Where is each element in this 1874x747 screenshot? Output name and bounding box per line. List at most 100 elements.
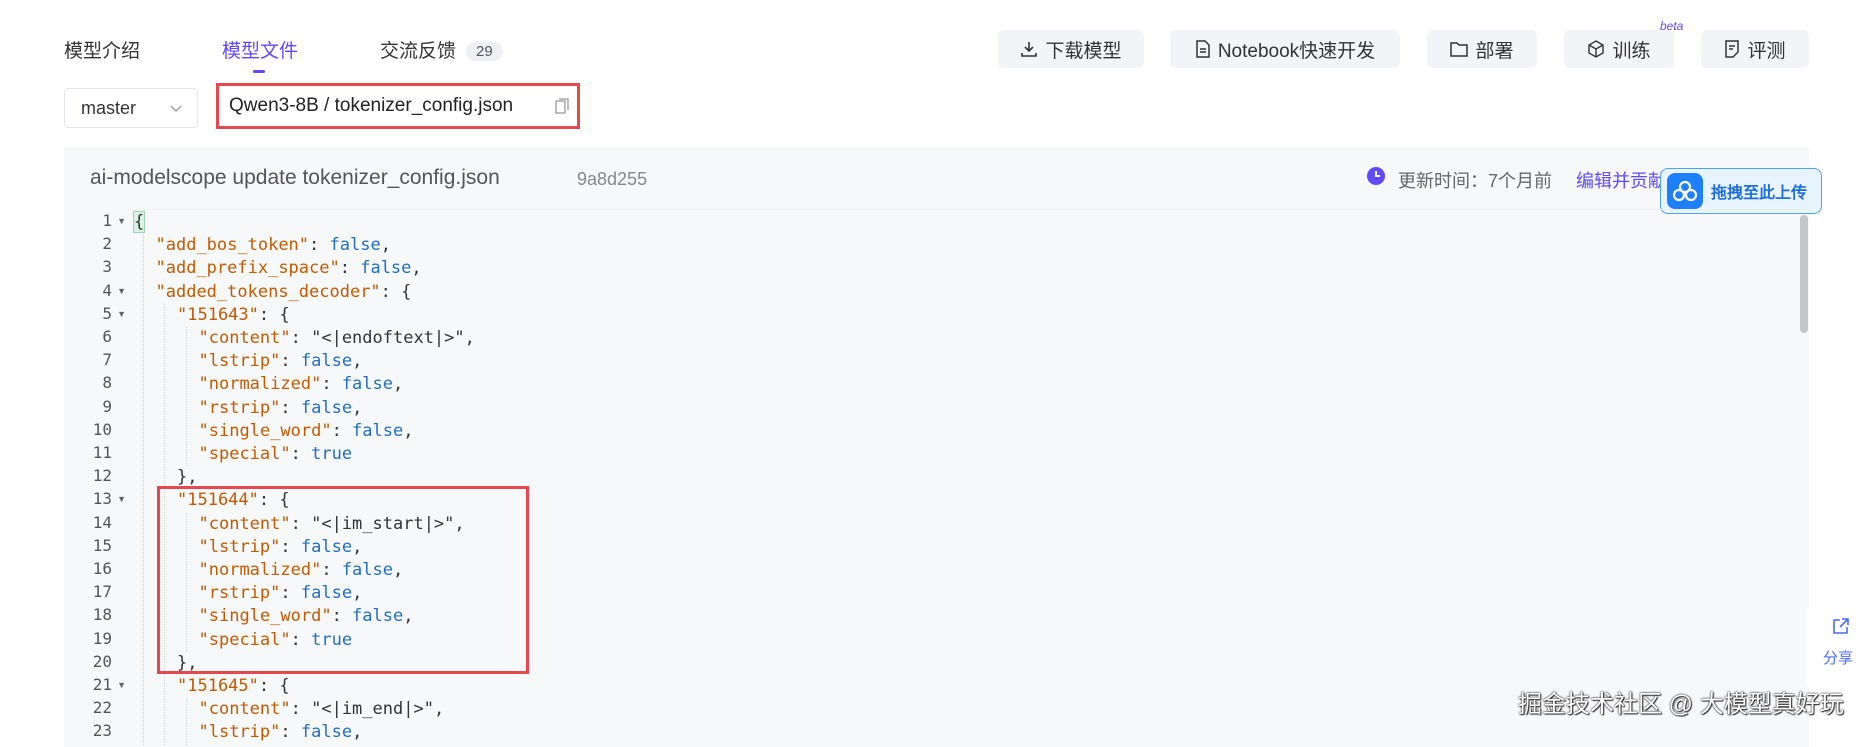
- deploy-button[interactable]: 部署: [1427, 30, 1537, 68]
- json-colon: :: [258, 676, 280, 696]
- code-line: "single_word": false,: [199, 420, 414, 443]
- json-key: "added_tokens_decoder": [155, 281, 381, 302]
- evaluate-button[interactable]: 评测: [1701, 30, 1809, 68]
- json-key: "151645": [177, 676, 259, 696]
- drag-upload-widget[interactable]: 拖拽至此上传: [1660, 168, 1822, 214]
- fold-toggle-icon[interactable]: ▼: [117, 216, 126, 226]
- json-colon: :: [280, 722, 301, 743]
- edit-contribute-link[interactable]: 编辑并贡献: [1576, 167, 1666, 193]
- line-number: 13: [92, 489, 112, 509]
- line-number: 18: [92, 605, 112, 625]
- upload-cloud-icon: [1667, 173, 1703, 209]
- line-number: 9: [102, 396, 112, 416]
- line-number: 11: [92, 443, 112, 462]
- json-separator: ,: [411, 258, 422, 279]
- line-number: 16: [92, 559, 112, 578]
- active-tab-indicator: [253, 70, 265, 73]
- fold-toggle-icon[interactable]: ▼: [117, 309, 126, 319]
- json-value: false: [341, 374, 393, 395]
- line-number: 4: [102, 280, 112, 300]
- json-key: "lstrip": [198, 722, 281, 743]
- json-value: false: [300, 351, 353, 372]
- fold-toggle-icon[interactable]: ▼: [117, 680, 126, 690]
- code-punctuation: {: [132, 211, 146, 233]
- line-number: 23: [92, 721, 112, 741]
- json-value: false: [329, 235, 381, 256]
- code-line: "added_tokens_decoder": {: [156, 281, 412, 304]
- code-line: "151645": {: [177, 675, 290, 698]
- json-value: "<|endoftext|>": [311, 328, 465, 348]
- train-button[interactable]: 训练: [1564, 30, 1674, 68]
- share-button[interactable]: 分享: [1806, 607, 1874, 687]
- code-line: "special": true: [199, 443, 353, 466]
- json-key: "lstrip": [198, 351, 281, 372]
- json-key: "content": [198, 699, 291, 720]
- line-number: 14: [92, 512, 112, 532]
- json-key: "rstrip": [198, 397, 281, 418]
- line-number: 12: [92, 466, 112, 486]
- fold-toggle-icon[interactable]: ▼: [117, 494, 126, 504]
- json-key: "single_word": [198, 420, 332, 441]
- download-icon: [1021, 42, 1038, 57]
- watermark: 掘金技术社区 @ 大模型真好玩: [1518, 691, 1844, 718]
- code-line: "lstrip": false,: [199, 721, 363, 744]
- branch-select[interactable]: master: [64, 88, 198, 128]
- copy-icon[interactable]: [555, 98, 569, 114]
- json-colon: :: [258, 304, 280, 325]
- file-path-text: Qwen3-8B / tokenizer_config.json: [229, 95, 514, 116]
- tab-feedback-label: 交流反馈: [380, 41, 457, 62]
- line-number: 8: [102, 373, 112, 393]
- indent-guide: [185, 698, 187, 745]
- highlight-annotation-box: [157, 486, 529, 674]
- line-number: 3: [102, 257, 112, 277]
- folder-icon: [1450, 42, 1469, 57]
- line-number: 19: [92, 628, 112, 648]
- json-separator: ,: [433, 699, 445, 720]
- json-colon: :: [331, 420, 353, 441]
- code-line: "lstrip": false,: [199, 350, 363, 373]
- json-key: "content": [198, 328, 291, 348]
- json-value: false: [360, 258, 412, 279]
- line-number: 1: [102, 211, 112, 230]
- branch-value: master: [81, 97, 137, 118]
- json-colon: :: [380, 281, 402, 302]
- json-separator: ,: [393, 374, 404, 395]
- json-key: "add_bos_token": [155, 235, 310, 256]
- json-colon: :: [280, 397, 301, 418]
- json-value: true: [311, 444, 353, 464]
- json-key: "151643": [177, 304, 259, 325]
- notebook-button[interactable]: Notebook快速开发: [1170, 30, 1400, 68]
- tab-model-intro[interactable]: 模型介绍: [64, 36, 140, 63]
- line-number: 6: [102, 327, 112, 346]
- code-line: "content": "<|endoftext|>",: [199, 327, 475, 350]
- line-number: 5: [102, 303, 112, 323]
- drag-upload-label: 拖拽至此上传: [1711, 185, 1808, 202]
- fold-toggle-icon[interactable]: ▼: [117, 286, 126, 296]
- json-separator: ,: [352, 397, 363, 418]
- json-value: {: [401, 281, 412, 302]
- cube-icon: [1588, 40, 1605, 58]
- train-label: 训练: [1612, 40, 1651, 62]
- json-colon: :: [309, 235, 330, 256]
- code-line: "add_prefix_space": false,: [156, 257, 422, 280]
- line-number: 2: [102, 234, 112, 254]
- download-model-button[interactable]: 下载模型: [998, 30, 1144, 68]
- json-value: "<|im_end|>": [311, 699, 434, 720]
- editor-scrollbar[interactable]: [1800, 215, 1808, 333]
- json-separator: ,: [464, 328, 475, 348]
- notebook-icon: [1196, 40, 1210, 58]
- json-separator: ,: [352, 722, 363, 743]
- line-number: 21: [92, 675, 112, 694]
- feedback-count-badge: 29: [466, 42, 503, 62]
- code-punctuation: },: [177, 467, 198, 488]
- tab-feedback[interactable]: 交流反馈 29: [380, 36, 503, 63]
- json-colon: :: [290, 699, 312, 720]
- json-separator: ,: [380, 235, 391, 256]
- tab-model-files[interactable]: 模型文件: [222, 36, 298, 63]
- line-number: 17: [92, 582, 112, 602]
- json-value: false: [300, 722, 353, 743]
- code-line: {: [132, 211, 146, 234]
- clock-icon: [1367, 167, 1385, 185]
- commit-hash[interactable]: 9a8d255: [577, 169, 647, 190]
- code-line: "content": "<|im_end|>",: [199, 698, 445, 721]
